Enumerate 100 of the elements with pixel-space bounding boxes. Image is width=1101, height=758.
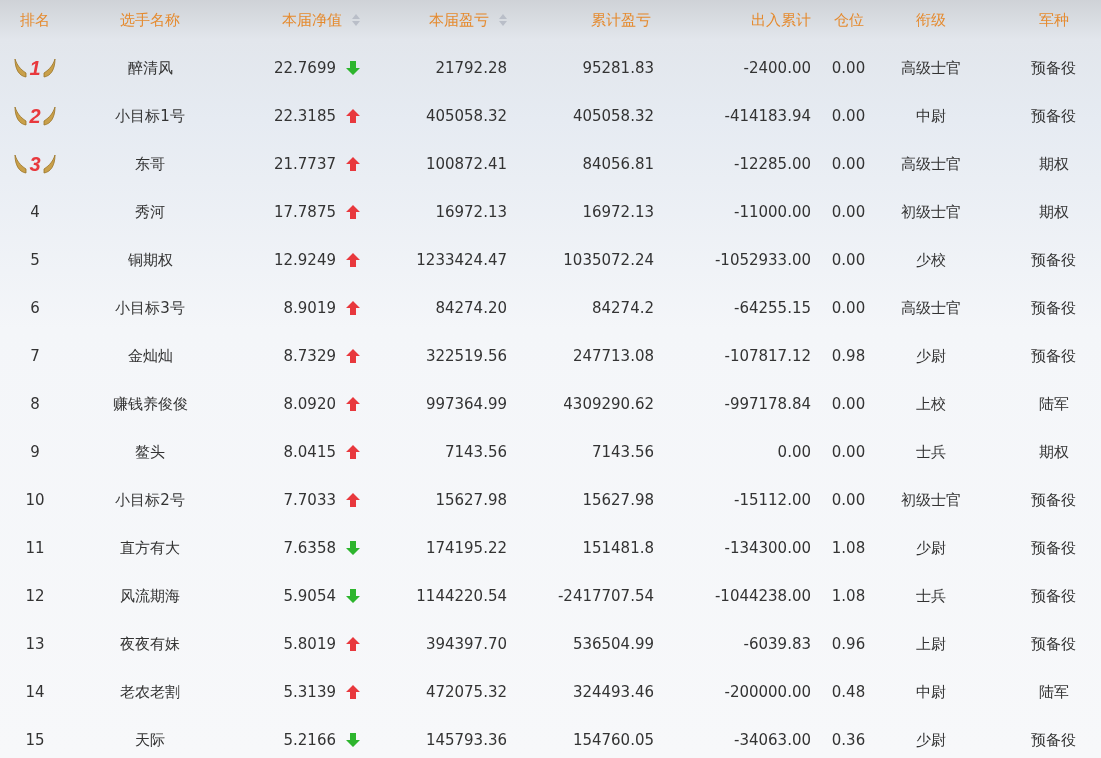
table-cell: 少尉 [916,730,946,750]
table-cell: 0.00 [831,203,866,221]
table-cell: 预备役 [1031,58,1076,78]
table-cell: 14 [25,683,45,701]
table-cell: 1035072.24 [563,251,654,269]
table-cell: 预备役 [1031,730,1076,750]
table-cell: 预备役 [1031,346,1076,366]
table-cell: 中尉 [916,106,946,126]
player-name[interactable]: 天际 [135,730,165,750]
wing-icon [14,57,29,79]
table-cell: 13 [25,635,45,653]
table-cell: 0.00 [831,299,866,317]
table-cell: 0.48 [831,683,866,701]
table-cell: 145793.36 [425,731,507,749]
player-name[interactable]: 秀河 [135,202,165,222]
player-name[interactable]: 夜夜有妹 [120,634,180,654]
table-cell: -34063.00 [734,731,811,749]
column-header: 本届净值 [282,10,342,30]
column-header: 衔级 [916,10,946,30]
table-cell: 7.6358 [283,539,336,557]
table-cell: 少校 [916,250,946,270]
table-cell: 0.36 [831,731,866,749]
table-cell: 322519.56 [425,347,507,365]
column-header: 出入累计 [751,10,811,30]
table-cell: 16972.13 [582,203,654,221]
table-cell: 预备役 [1031,586,1076,606]
sort-icon[interactable] [499,14,507,26]
table-cell: 5.8019 [283,635,336,653]
table-cell: 少尉 [916,538,946,558]
player-name[interactable]: 小目标3号 [115,298,185,318]
table-cell: 期权 [1038,154,1069,174]
table-cell: -1044238.00 [714,587,811,605]
wing-icon [41,105,56,127]
column-header: 军种 [1038,10,1069,30]
table-cell: 士兵 [916,442,946,462]
table-cell: 预备役 [1031,250,1076,270]
table-cell: 陆军 [1038,682,1069,702]
table-cell: 0.00 [831,491,866,509]
wing-icon [14,105,29,127]
table-cell: 8.0415 [283,443,336,461]
player-name[interactable]: 铜期权 [127,250,173,270]
table-cell: 15627.98 [435,491,507,509]
player-name[interactable]: 老农老割 [120,682,180,702]
table-cell: 上尉 [916,634,946,654]
player-name[interactable]: 小目标1号 [115,106,185,126]
table-cell: 16972.13 [435,203,507,221]
table-cell: 士兵 [916,586,946,606]
table-cell: 8.0920 [283,395,336,413]
table-cell: 151481.8 [582,539,654,557]
table-cell: 7.7033 [283,491,336,509]
player-name[interactable]: 赚钱养俊俊 [112,394,188,414]
table-cell: -200000.00 [724,683,811,701]
table-cell: 0.00 [831,443,866,461]
table-cell: 预备役 [1031,634,1076,654]
player-name[interactable]: 小目标2号 [115,490,185,510]
table-cell: 84056.81 [582,155,654,173]
table-cell: -134300.00 [724,539,811,557]
table-cell: 0.98 [831,347,866,365]
table-cell: 100872.41 [425,155,507,173]
table-cell: 405058.32 [425,107,507,125]
table-cell: 0.00 [831,155,866,173]
sort-icon[interactable] [352,14,360,26]
table-cell: 0.00 [831,251,866,269]
table-cell: -2417707.54 [557,587,654,605]
player-name[interactable]: 醉清风 [127,58,173,78]
table-cell: 17.7875 [273,203,336,221]
table-cell: 0.00 [831,395,866,413]
table-cell: -1052933.00 [714,251,811,269]
wing-icon [14,153,29,175]
table-cell: 0.00 [831,107,866,125]
table-cell: 12.9249 [273,251,336,269]
table-cell: 472075.32 [425,683,507,701]
column-header: 本届盈亏 [429,10,489,30]
player-name[interactable]: 直方有大 [120,538,180,558]
table-cell: 7 [30,347,40,365]
table-cell: -107817.12 [724,347,811,365]
rank-medal: 3 [14,152,56,176]
table-cell: 84274.2 [591,299,654,317]
table-cell: 8.9019 [283,299,336,317]
table-cell: -997178.84 [724,395,811,413]
table-cell: 4 [30,203,40,221]
table-cell: 21792.28 [435,59,507,77]
table-cell: 中尉 [916,682,946,702]
table-cell: 高级士官 [901,58,961,78]
player-name[interactable]: 风流期海 [120,586,180,606]
table-cell: 15627.98 [582,491,654,509]
table-cell: 5.3139 [283,683,336,701]
table-cell: 7143.56 [591,443,654,461]
table-cell: 高级士官 [901,298,961,318]
table-cell: 陆军 [1038,394,1069,414]
table-cell: 5.9054 [283,587,336,605]
table-cell: 536504.99 [572,635,654,653]
table-cell: -2400.00 [743,59,811,77]
table-cell: -414183.94 [724,107,811,125]
player-name[interactable]: 金灿灿 [127,346,173,366]
table-cell: 5 [30,251,40,269]
table-cell: 预备役 [1031,298,1076,318]
table-cell: 1233424.47 [416,251,507,269]
player-name[interactable]: 东哥 [135,154,165,174]
player-name[interactable]: 鳌头 [135,442,165,462]
